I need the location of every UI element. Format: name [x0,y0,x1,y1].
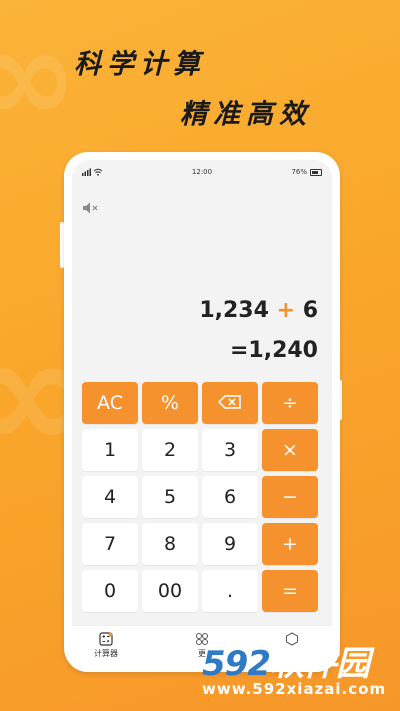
key-3[interactable]: 3 [202,429,258,471]
operand-2: 6 [302,298,318,323]
key-add[interactable]: + [262,523,318,565]
key-decimal[interactable]: . [202,570,258,612]
key-ac[interactable]: AC [82,382,138,424]
key-equals[interactable]: = [262,570,318,612]
key-2[interactable]: 2 [142,429,198,471]
key-7[interactable]: 7 [82,523,138,565]
site-watermark: 592软件园 www.592xiazai.com [194,636,394,706]
battery-percent: 76% [291,168,307,176]
watermark-brand-number: 592 [202,644,271,684]
calculator-icon [99,632,113,646]
watermark-brand: 592软件园 [202,636,370,685]
key-5[interactable]: 5 [142,476,198,518]
key-multiply[interactable]: × [262,429,318,471]
expression-display: 1,234 + 6 [199,298,318,323]
operator: + [276,298,296,323]
key-8[interactable]: 8 [142,523,198,565]
result-display: =1,240 [229,338,318,363]
phone-frame: 12:00 76% 1,234 + 6 =1,240 AC % ÷ 1 2 3 … [64,152,340,672]
sound-mute-icon[interactable] [82,200,100,214]
key-percent[interactable]: % [142,382,198,424]
battery-indicator: 76% [291,168,322,176]
status-bar: 12:00 76% [72,166,332,180]
calculator-screen: 12:00 76% 1,234 + 6 =1,240 AC % ÷ 1 2 3 … [72,160,332,672]
hero-title-line1: 科学计算 [74,49,206,80]
tab-calculator[interactable]: 计算器 [76,632,136,659]
background-decoration: ∞ [0,0,79,152]
watermark-url: www.592xiazai.com [202,680,387,698]
battery-icon [310,168,322,176]
key-0[interactable]: 0 [82,570,138,612]
watermark-brand-text: 软件园 [269,644,370,684]
key-backspace[interactable] [202,382,258,424]
hero-title-line2: 精准高效 [180,99,312,130]
key-9[interactable]: 9 [202,523,258,565]
key-divide[interactable]: ÷ [262,382,318,424]
backspace-icon [217,392,242,414]
operand-1: 1,234 [199,298,269,323]
keypad: AC % ÷ 1 2 3 × 4 5 6 − 7 8 9 + 0 00 . = [82,382,318,612]
key-1[interactable]: 1 [82,429,138,471]
key-6[interactable]: 6 [202,476,258,518]
tab-calculator-label: 计算器 [94,649,118,658]
key-subtract[interactable]: − [262,476,318,518]
key-4[interactable]: 4 [82,476,138,518]
key-00[interactable]: 00 [142,570,198,612]
